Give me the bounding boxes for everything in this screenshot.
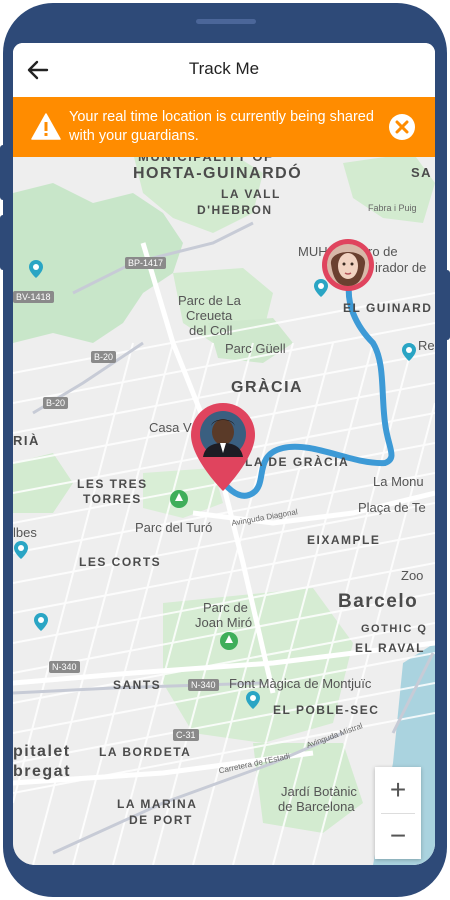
road-shield: C-31 <box>173 729 199 741</box>
map-label: HORTA-GUINARDÓ <box>133 165 303 182</box>
map-label: SA <box>411 165 433 180</box>
map-label: Parc Güell <box>225 341 286 356</box>
map-label: EL GUINARD <box>343 301 433 315</box>
zoom-controls: + − <box>375 767 421 859</box>
road-shield: N-340 <box>188 679 219 691</box>
map-label: de Barcelona <box>278 799 355 814</box>
zoom-out-button[interactable]: − <box>375 813 421 858</box>
map-label: Zoo <box>401 568 424 583</box>
map-label: LA DE GRÀCIA <box>245 455 350 469</box>
road-shield: B-20 <box>91 351 117 363</box>
app-bar: Track Me <box>13 43 435 97</box>
map-label: lbes <box>13 525 37 540</box>
map-label: Barcelo <box>338 591 419 612</box>
volume-button <box>0 215 6 270</box>
map-label: Font Màgica de Montjuïc <box>229 676 372 691</box>
map-label: bregat <box>13 763 71 780</box>
road-shield: N-340 <box>49 661 80 673</box>
map-label: D'HEBRON <box>197 203 273 217</box>
map-label: Parc de La <box>178 293 241 308</box>
map-label: DE PORT <box>129 813 193 827</box>
map-label: LA MARINA <box>117 797 198 811</box>
banner-message: Your real time location is currently bei… <box>69 109 374 144</box>
close-icon[interactable] <box>389 114 415 140</box>
poi-icon <box>29 260 43 278</box>
location-sharing-banner: Your real time location is currently bei… <box>13 97 435 157</box>
volume-button <box>0 145 6 200</box>
map-label: GRÀCIA <box>231 379 304 396</box>
poi-icon <box>402 343 416 361</box>
map-label: Creueta <box>186 308 233 323</box>
page-title: Track Me <box>188 59 260 78</box>
poi-icon <box>34 613 48 631</box>
map-label: GOTHIC Q <box>361 623 428 635</box>
speaker-grill <box>196 19 256 24</box>
map-label: Plaça de Te <box>358 500 426 515</box>
map-label: LES TRES <box>77 477 148 491</box>
map-label: irador de <box>375 260 427 275</box>
map-label: Casa V <box>149 420 192 435</box>
map-label: EL RAVAL <box>355 641 426 655</box>
map-label: TORRES <box>83 492 142 506</box>
map-label: LES CORTS <box>79 555 162 569</box>
map-label: EIXAMPLE <box>307 533 381 547</box>
map-label: RIÀ <box>13 433 40 448</box>
road-shield: B-20 <box>43 397 69 409</box>
poi-icon <box>246 691 260 709</box>
guardian-avatar-pin[interactable] <box>319 238 377 296</box>
map-label: Joan Miró <box>195 615 253 630</box>
park-icon <box>220 632 238 650</box>
park-icon <box>170 490 188 508</box>
user-location-pin[interactable] <box>189 401 257 493</box>
map-label: EL POBLE-SEC <box>273 703 380 717</box>
map-label: LA VALL <box>221 187 281 201</box>
map-label: LA BORDETA <box>99 745 192 759</box>
map-label: Jardí Botànic <box>281 784 357 799</box>
screen: MUNICIPALITY OF HORTA-GUINARDÓ LA VALL D… <box>13 43 435 865</box>
poi-icon <box>14 541 28 559</box>
map-label: Re <box>418 338 435 353</box>
warning-icon <box>31 113 61 140</box>
map-label: pitalet <box>13 743 71 760</box>
road-shield: BP-1417 <box>125 257 167 269</box>
road-shield: BV-1418 <box>13 291 54 303</box>
map-label: Parc de <box>203 600 248 615</box>
map-label: del Coll <box>189 323 233 338</box>
map-label: Fabra i Puig <box>368 203 417 213</box>
map-label: La Monu <box>373 474 424 489</box>
zoom-in-button[interactable]: + <box>375 767 421 812</box>
map-label: SANTS <box>113 678 162 692</box>
power-button <box>444 270 450 340</box>
map-label: Parc del Turó <box>135 520 213 535</box>
